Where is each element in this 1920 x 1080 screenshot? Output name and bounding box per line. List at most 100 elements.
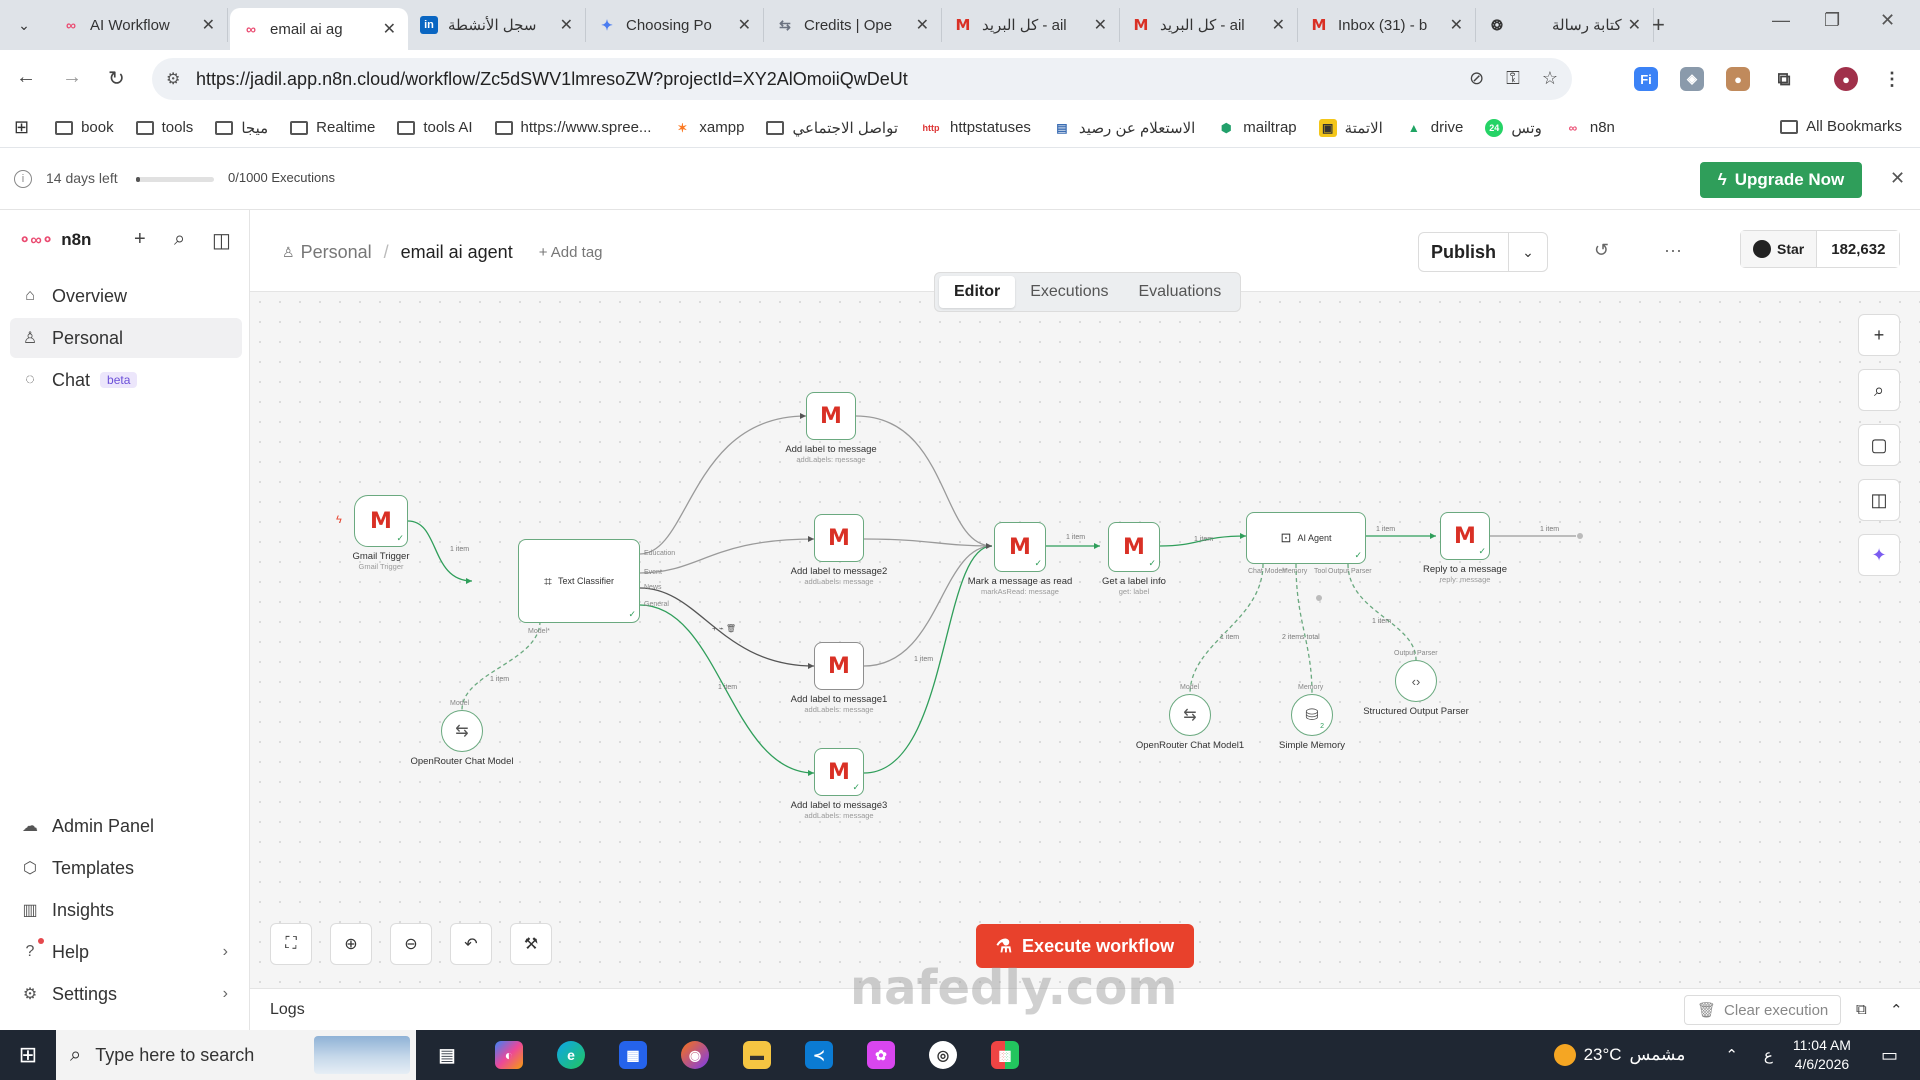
sidebar-item-overview[interactable]: ⌂ Overview	[10, 276, 242, 316]
vscode-icon[interactable]: ≺	[788, 1030, 850, 1080]
chevron-up-icon[interactable]: ⌃	[1890, 1001, 1903, 1019]
close-icon[interactable]: ✕	[738, 15, 751, 35]
bookmark-social[interactable]: تواصل الاجتماعي	[766, 119, 898, 137]
node-reply-to-message[interactable]: M ✓	[1440, 512, 1490, 560]
sidebar-item-personal[interactable]: ♙ Personal	[10, 318, 242, 358]
restore-icon[interactable]: ❐	[1824, 10, 1840, 31]
tab-openrouter[interactable]: ⇆ Credits | Ope ✕	[764, 8, 942, 42]
tab-chatgpt[interactable]: ❂ كتابة رسالة ✕	[1476, 8, 1654, 42]
chevron-up-icon[interactable]: ⌃	[1725, 1046, 1738, 1064]
github-star-button[interactable]: Star	[1741, 231, 1818, 267]
sidebar-item-templates[interactable]: ⬡ Templates	[10, 848, 242, 888]
input-language[interactable]: ع	[1764, 1046, 1773, 1064]
node-add-label-to-message1[interactable]: M	[814, 642, 864, 690]
minimize-icon[interactable]: —	[1772, 10, 1790, 31]
tidy-up-button[interactable]: ⚒	[510, 923, 552, 965]
shield-icon[interactable]: ◈	[1680, 67, 1704, 91]
tab-evaluations[interactable]: Evaluations	[1123, 276, 1236, 308]
close-banner-icon[interactable]: ✕	[1890, 168, 1905, 189]
forward-icon[interactable]: →	[62, 66, 82, 89]
clock[interactable]: 11:04 AM 4/6/2026	[1793, 1036, 1851, 1074]
tab-editor[interactable]: Editor	[939, 276, 1016, 308]
firefox-icon[interactable]: ◉	[664, 1030, 726, 1080]
sidebar-item-settings[interactable]: ⚙ Settings ›	[10, 974, 242, 1014]
tab-gmail-inbox[interactable]: M Inbox (31) - b ✕	[1298, 8, 1476, 42]
more-options-icon[interactable]: ···	[1664, 240, 1682, 261]
copilot-icon[interactable]: ◐	[478, 1030, 540, 1080]
history-icon[interactable]: ↺	[1594, 240, 1609, 261]
photos-icon[interactable]: ✿	[850, 1030, 912, 1080]
tab-ai-workflow[interactable]: ∞ AI Workflow ✕	[50, 8, 228, 42]
reload-icon[interactable]: ↻	[108, 66, 125, 91]
node-add-label-to-message2[interactable]: M	[814, 514, 864, 562]
tab-email-ai-agent[interactable]: ∞ email ai ag ✕	[230, 8, 408, 50]
bookmark-automation[interactable]: ▣ الاتمتة	[1318, 118, 1383, 137]
close-icon[interactable]: ✕	[1450, 15, 1463, 35]
popout-icon[interactable]: ⧉	[1856, 1001, 1867, 1018]
tab-executions[interactable]: Executions	[1015, 276, 1123, 308]
bookmark-drive[interactable]: ▲ drive	[1405, 119, 1463, 137]
close-icon[interactable]: ✕	[1628, 15, 1641, 35]
edge-actions-icon[interactable]: + ⌁ 🗑	[712, 624, 736, 633]
node-ai-agent[interactable]: ⊡ AI Agent ✓	[1246, 512, 1366, 564]
edge-icon[interactable]: e	[540, 1030, 602, 1080]
close-icon[interactable]: ✕	[560, 15, 573, 35]
chevron-down-icon[interactable]: ⌄	[1509, 233, 1547, 271]
publish-button[interactable]: Publish	[1419, 233, 1509, 271]
node-add-label-to-message3[interactable]: M ✓	[814, 748, 864, 796]
sidebar-item-chat[interactable]: ◌ Chat beta	[10, 360, 242, 400]
bookmark-n8n[interactable]: ∞ n8n	[1564, 119, 1615, 137]
upgrade-now-button[interactable]: ϟ Upgrade Now	[1700, 162, 1862, 198]
node-mark-message-as-read[interactable]: M ✓	[994, 522, 1046, 572]
bookmark-tools-ai[interactable]: tools AI	[397, 119, 473, 136]
office-icon[interactable]: ▩	[974, 1030, 1036, 1080]
bookmark-whatsapp[interactable]: 24 وتس	[1485, 118, 1542, 137]
tab-gmail-2[interactable]: M كل البريد - ail ✕	[1120, 8, 1298, 42]
node-structured-output-parser[interactable]: ‹›	[1395, 660, 1437, 702]
tab-linkedin[interactable]: in سجل الأنشطة ✕	[408, 8, 586, 42]
profile-avatar[interactable]: ●	[1834, 67, 1858, 91]
tab-gmail-1[interactable]: M كل البريد - ail ✕	[942, 8, 1120, 42]
chrome-icon[interactable]: ◎	[912, 1030, 974, 1080]
apps-icon[interactable]: ⊞	[14, 117, 29, 138]
kebab-menu-icon[interactable]: ⋮	[1880, 67, 1904, 91]
store-icon[interactable]: ▦	[602, 1030, 664, 1080]
back-icon[interactable]: ←	[16, 66, 36, 89]
bookmark-mega[interactable]: ميجا	[215, 119, 268, 137]
windows-start-icon[interactable]: ⊞	[0, 1042, 56, 1068]
url-bar[interactable]: ⚙ https://jadil.app.n8n.cloud/workflow/Z…	[152, 58, 1572, 100]
bookmark-mailtrap[interactable]: ⬢ mailtrap	[1217, 119, 1297, 137]
bookmark-tools[interactable]: tools	[135, 119, 193, 136]
new-tab-button[interactable]: +	[1652, 12, 1665, 38]
plus-icon[interactable]: +	[134, 228, 146, 251]
bookmark-balance[interactable]: ▤ الاستعلام عن رصيد	[1053, 119, 1195, 137]
github-star[interactable]: Star 182,632	[1740, 230, 1901, 268]
all-bookmarks[interactable]: All Bookmarks	[1780, 118, 1902, 135]
breadcrumb-project[interactable]: ♙ Personal	[282, 242, 372, 263]
tab-search-button[interactable]: ⌄	[8, 10, 40, 40]
sidebar-item-admin-panel[interactable]: ☁ Admin Panel	[10, 806, 242, 846]
search-icon[interactable]: ⌕	[174, 228, 185, 251]
node-text-classifier[interactable]: ⌗ Text Classifier ✓	[518, 539, 640, 623]
close-icon[interactable]: ✕	[1094, 15, 1107, 35]
add-tag-button[interactable]: + Add tag	[539, 244, 603, 261]
sidebar-item-insights[interactable]: ▥ Insights	[10, 890, 242, 930]
node-add-label-to-message[interactable]: M	[806, 392, 856, 440]
taskbar-search[interactable]: ⌕ Type here to search	[56, 1030, 416, 1080]
task-view-icon[interactable]: ▤	[416, 1030, 478, 1080]
sidebar-item-help[interactable]: ? Help ›	[10, 932, 242, 972]
add-node-button[interactable]: +	[1858, 314, 1900, 356]
tab-gemini[interactable]: ✦ Choosing Po ✕	[586, 8, 764, 42]
bookmark-star-icon[interactable]: ☆	[1542, 68, 1558, 89]
zoom-out-button[interactable]: ⊖	[390, 923, 432, 965]
bookmark-realtime[interactable]: Realtime	[290, 119, 375, 136]
file-explorer-icon[interactable]: ▬	[726, 1030, 788, 1080]
node-gmail-trigger[interactable]: M ✓	[354, 495, 408, 547]
close-icon[interactable]: ✕	[1272, 15, 1285, 35]
weather-widget[interactable]: 23°C مشمس	[1553, 1044, 1685, 1066]
sticky-note-button[interactable]: ▢	[1858, 424, 1900, 466]
collapse-sidebar-icon[interactable]: ◫	[212, 228, 231, 253]
fit-view-button[interactable]: ⛶	[270, 923, 312, 965]
workflow-name[interactable]: email ai agent	[401, 242, 513, 263]
extension-avatar-icon[interactable]: ●	[1726, 67, 1750, 91]
